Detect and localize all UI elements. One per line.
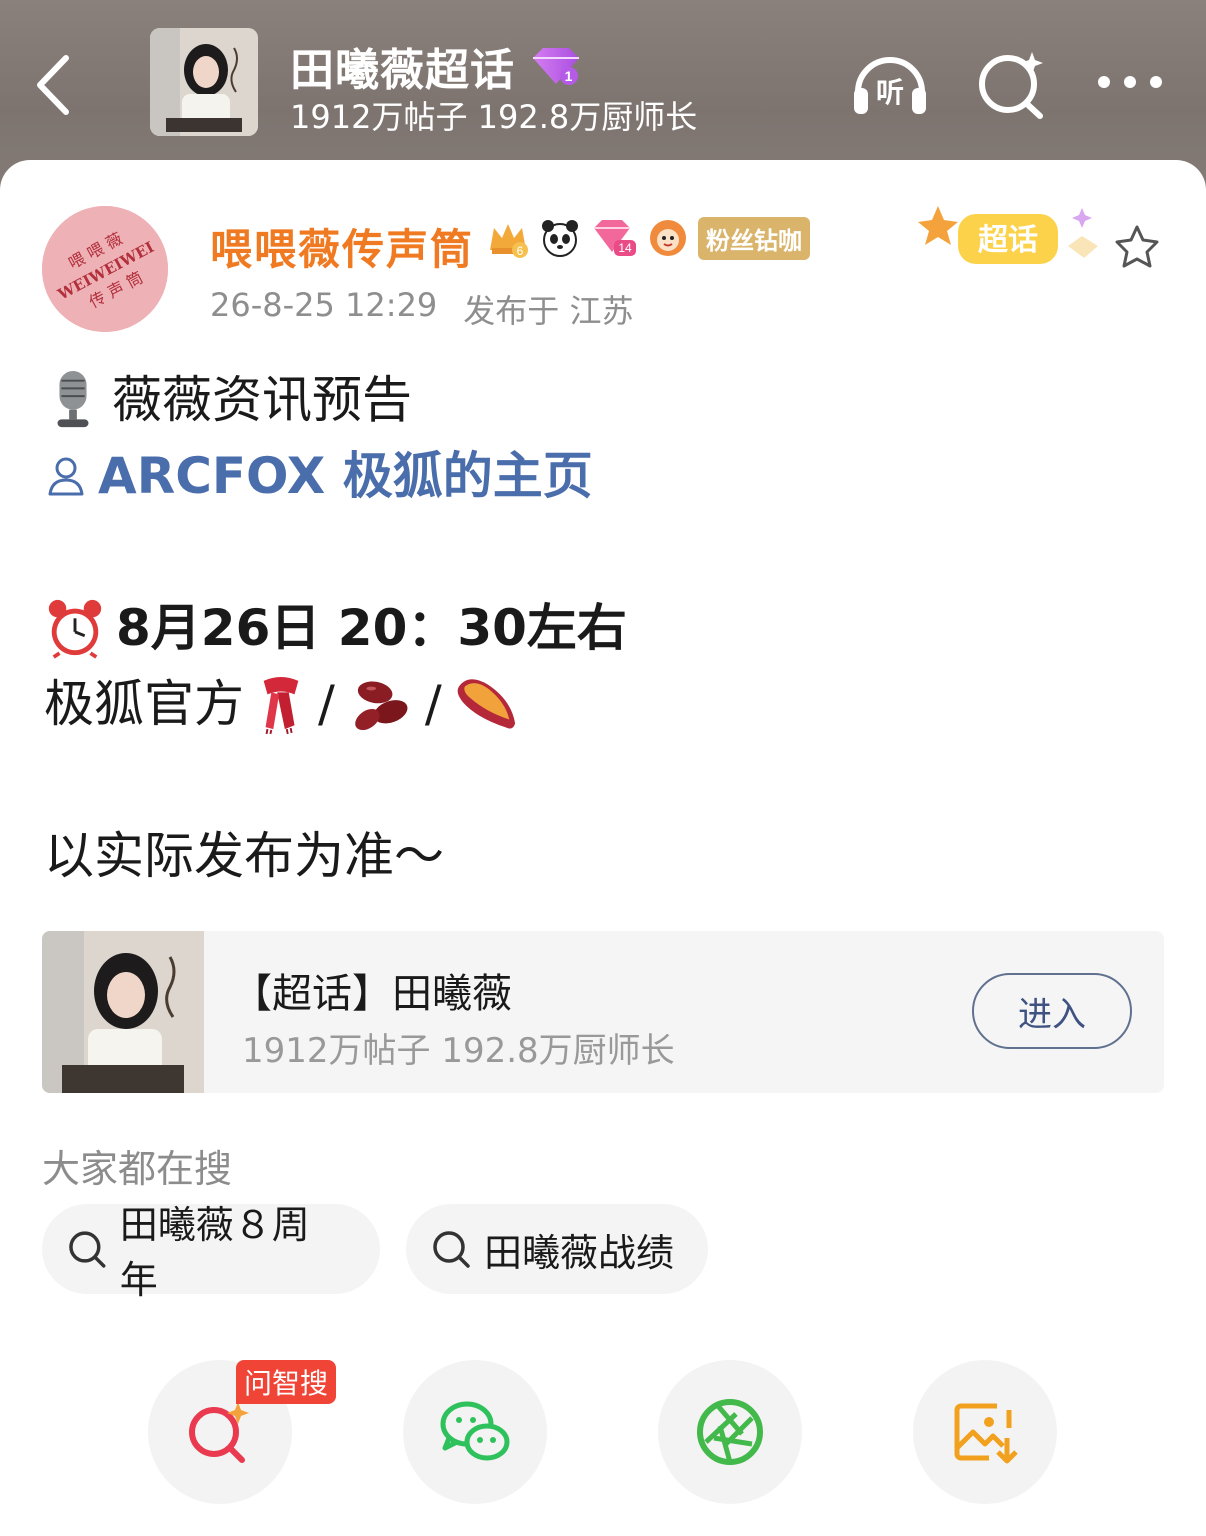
author-name[interactable]: 喂喂薇传声筒 [210, 216, 474, 277]
topic-stats: 1912万帖子 192.8万厨师长 [290, 98, 698, 136]
listen-button[interactable]: 听 [850, 44, 930, 124]
note-text: 以实际发布为准～ [44, 827, 444, 885]
author-badges: 6 14 粉丝钻咖 [486, 216, 810, 260]
avatar[interactable]: 喂 喂 薇 WEIWEIWEI 传 声 筒 [42, 206, 168, 332]
panda-badge-icon[interactable] [538, 216, 582, 260]
topic-title: 田曦薇超话 1 [290, 34, 583, 98]
share-wechat-action[interactable] [403, 1360, 547, 1504]
svg-text:听: 听 [876, 76, 904, 109]
topic-title-text: 田曦薇超话 [290, 45, 515, 96]
separator-2: / [424, 675, 442, 733]
beans-icon [355, 681, 408, 731]
official-line: 极狐官方 / / [44, 666, 1164, 742]
moments-icon [697, 1399, 763, 1465]
trending-search-label: 大家都在搜 [42, 1147, 233, 1191]
headline-text: 薇薇资讯预告 [112, 371, 412, 429]
search-chip-label: 田曦薇战绩 [484, 1230, 675, 1275]
super-topic-thumbnail [42, 931, 204, 1093]
separator-1: / [318, 675, 335, 733]
ai-search-icon [189, 1402, 249, 1463]
mention-line[interactable]: ARCFOX 极狐的主页 [44, 438, 1164, 514]
super-topic-title: 【超话】田曦薇 [232, 971, 512, 1017]
search-chip-label: 田曦薇８周年 [119, 1203, 310, 1302]
post-location: 发布于 江苏 [463, 292, 634, 330]
post-timestamp: 26-8-25 12:29 [210, 286, 438, 324]
microphone-icon [57, 371, 89, 428]
post-meta: 26-8-25 12:29 发布于 江苏 [210, 286, 633, 332]
official-text: 极狐官方 [44, 675, 244, 733]
chevron-left-icon [37, 55, 69, 115]
enter-button[interactable]: 进入 [972, 973, 1132, 1049]
sparkle-search-icon [979, 52, 1043, 119]
save-image-action[interactable] [913, 1360, 1057, 1504]
super-topic-stats: 1912万帖子 192.8万厨师长 [242, 1031, 675, 1071]
topic-cover-image[interactable] [150, 28, 258, 136]
more-button[interactable] [1090, 44, 1170, 124]
sweet-potato-icon [457, 679, 515, 729]
svg-text:14: 14 [618, 241, 632, 255]
fan-level-badge[interactable]: 粉丝钻咖 [698, 216, 810, 260]
svg-text:6: 6 [517, 244, 524, 258]
search-icon [433, 1231, 470, 1268]
wechat-icon [440, 1401, 510, 1461]
favorite-button[interactable] [1112, 222, 1162, 272]
back-button[interactable] [30, 50, 80, 120]
star-icon [1115, 225, 1159, 268]
time-text: 8月26日 20：30左右 [116, 599, 627, 657]
scarf-icon [263, 677, 299, 735]
search-icon [69, 1231, 106, 1268]
post-card: 喂 喂 薇 WEIWEIWEI 传 声 筒 喂喂薇传声筒 6 14 粉丝钻咖 2… [0, 160, 1206, 1536]
headphones-icon: 听 [854, 57, 926, 114]
search-chip[interactable]: 田曦薇８周年 [42, 1203, 380, 1302]
time-line: 8月26日 20：30左右 [44, 590, 1164, 666]
alarm-clock-icon [48, 599, 102, 659]
search-chip[interactable]: 田曦薇战绩 [406, 1204, 708, 1294]
crown-badge-icon[interactable]: 6 [486, 216, 530, 260]
ai-search-badge: 问智搜 [236, 1360, 337, 1404]
mention-link[interactable]: ARCFOX 极狐的主页 [98, 438, 593, 514]
ai-search-button[interactable] [972, 44, 1052, 124]
note-line: 以实际发布为准～ [44, 818, 1164, 894]
more-dots-icon [1098, 76, 1162, 88]
diamond-badge-icon[interactable]: 14 [590, 216, 638, 260]
diamond-level-icon: 1 [533, 48, 579, 85]
share-moments-action[interactable] [658, 1360, 802, 1504]
headline-line: 薇薇资讯预告 [44, 362, 1164, 438]
save-image-icon [954, 1403, 1018, 1464]
super-topic-card[interactable]: 【超话】田曦薇 1912万帖子 192.8万厨师长 进入 [42, 931, 1164, 1093]
lion-badge-icon[interactable] [646, 216, 690, 260]
person-icon [48, 457, 84, 496]
svg-text:超话: 超话 [978, 223, 1038, 258]
super-topic-sticker: 超话 [918, 188, 1108, 288]
svg-text:1: 1 [565, 68, 574, 84]
post-content: 薇薇资讯预告 ARCFOX 极狐的主页 8月26日 20：30左右 极狐官方 /… [44, 362, 1164, 894]
